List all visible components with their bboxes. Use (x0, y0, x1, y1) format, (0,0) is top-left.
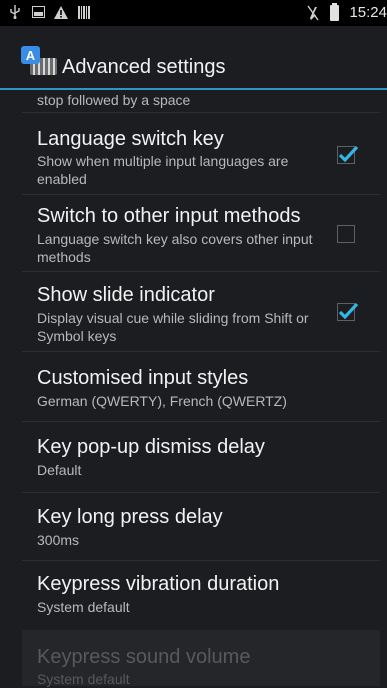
setting-language-switch-key[interactable]: Language switch key Show when multiple i… (22, 112, 380, 195)
page-title: Advanced settings (62, 56, 226, 78)
setting-title: Key long press delay (37, 506, 223, 528)
setting-key-long-press-delay[interactable]: Key long press delay 300ms (22, 492, 380, 561)
battery-icon (330, 2, 340, 21)
setting-summary: System default (37, 671, 130, 687)
setting-summary: Display visual cue while sliding from Sh… (37, 310, 309, 344)
setting-summary: System default (37, 599, 130, 615)
setting-customised-input-styles[interactable]: Customised input styles German (QWERTY),… (22, 351, 380, 422)
mute-icon (306, 5, 320, 20)
setting-title: Keypress vibration duration (37, 573, 280, 595)
action-bar: A Advanced settings (0, 26, 387, 90)
setting-title: Language switch key (37, 128, 224, 150)
setting-summary: German (QWERTY), French (QWERTZ) (37, 393, 287, 409)
usb-icon (8, 5, 22, 19)
app-keyboard-icon[interactable]: A (21, 46, 57, 76)
language-switch-checkbox[interactable] (337, 145, 359, 164)
setting-summary: 300ms (37, 532, 80, 548)
setting-summary: Show when multiple input languages are e… (37, 153, 289, 187)
setting-title: Customised input styles (37, 367, 249, 389)
status-bar: 15:24 (0, 0, 387, 26)
setting-keypress-sound-volume: Keypress sound volume System default (22, 630, 380, 687)
barcode-icon (77, 5, 91, 19)
setting-show-slide-indicator[interactable]: Show slide indicator Display visual cue … (22, 271, 380, 352)
slide-indicator-checkbox[interactable] (337, 302, 359, 321)
image-icon (31, 5, 45, 19)
settings-item-partial[interactable]: stop followed by a space (22, 90, 380, 113)
setting-summary: stop followed by a space (37, 92, 191, 108)
setting-keypress-vibration-duration[interactable]: Keypress vibration duration System defau… (22, 560, 380, 630)
setting-title: Show slide indicator (37, 284, 215, 306)
setting-summary: Default (37, 462, 82, 478)
setting-switch-input-methods[interactable]: Switch to other input methods Language s… (22, 194, 380, 272)
setting-title: Key pop-up dismiss delay (37, 436, 265, 458)
setting-title: Keypress sound volume (37, 646, 251, 668)
setting-title: Switch to other input methods (37, 205, 301, 227)
setting-summary: Language switch key also covers other in… (37, 231, 313, 265)
setting-key-popup-dismiss-delay[interactable]: Key pop-up dismiss delay Default (22, 421, 380, 493)
switch-input-methods-checkbox[interactable] (337, 225, 355, 243)
status-time: 15:24 (349, 4, 387, 21)
warning-icon (54, 5, 68, 19)
